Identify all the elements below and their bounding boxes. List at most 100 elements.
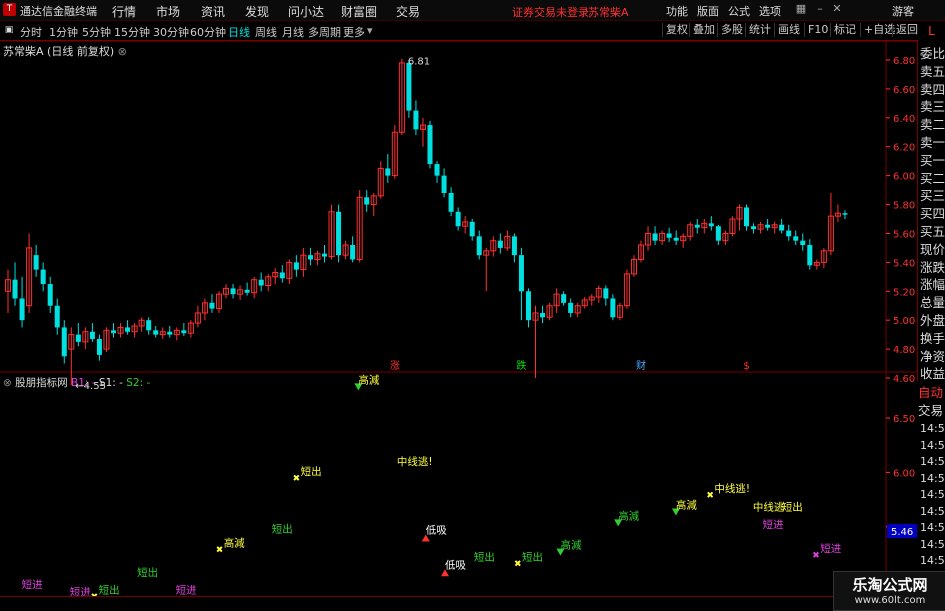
- candle-body: [568, 302, 574, 313]
- event-marker: $: [743, 361, 749, 372]
- indicator-tick-label: 6.00: [893, 468, 915, 479]
- candle-body: [12, 279, 18, 299]
- signal-x-marker: ✖: [812, 551, 820, 561]
- candle-body: [751, 226, 757, 230]
- candle-body: [694, 224, 700, 228]
- signal-x-marker: ✖: [514, 560, 522, 570]
- signal-label: 短进: [820, 542, 841, 555]
- candle-body: [540, 312, 546, 318]
- auto-trade-label-1[interactable]: 自动: [918, 383, 945, 403]
- candle-body: [779, 224, 785, 231]
- candle-body: [110, 330, 117, 334]
- candle-body: [434, 164, 440, 176]
- price-tick-label: 6.40: [893, 114, 915, 125]
- signal-label: 短出: [137, 566, 158, 579]
- signal-label: 短出: [782, 501, 803, 514]
- signal-label: 中线逃!: [397, 455, 433, 468]
- candle-body: [743, 207, 750, 227]
- indicator-tick-label: 6.50: [893, 414, 915, 425]
- candle-body: [497, 240, 503, 248]
- candle-body: [61, 327, 67, 357]
- candle-body: [561, 294, 567, 303]
- low-price-label: ←4.55: [75, 381, 106, 392]
- candle-body: [153, 330, 159, 335]
- signal-label: 中线逃: [753, 501, 785, 514]
- candle-body: [469, 221, 475, 237]
- candle-body: [652, 233, 658, 241]
- candle-body: [209, 302, 215, 309]
- candle-body: [765, 224, 771, 228]
- candle-body: [715, 226, 721, 241]
- candle-body: [518, 255, 524, 292]
- candle-body: [842, 213, 848, 215]
- signal-label: 短出: [474, 551, 495, 564]
- trade-time-item: 14:56: [920, 521, 945, 534]
- candle-body: [666, 233, 672, 238]
- candle-body: [230, 288, 236, 295]
- candle-body: [441, 175, 447, 193]
- signal-label: 高減: [618, 509, 639, 522]
- trade-time-item: 14:56: [920, 455, 945, 468]
- trade-time-item: 14:56: [920, 422, 945, 435]
- signal-label: 高減: [358, 373, 379, 386]
- candle-body: [350, 245, 356, 260]
- trade-time-item: 14:56: [920, 438, 945, 452]
- price-tick-label: 6.60: [893, 85, 915, 96]
- trade-time-item: 14:56: [920, 504, 945, 518]
- signal-label: 短进: [763, 518, 784, 531]
- trade-time-item: 14:56: [920, 488, 945, 501]
- trade-time-item: 14:56: [920, 537, 945, 551]
- signal-label: 短进: [22, 578, 43, 591]
- sidebar-item: 收益: [920, 366, 945, 382]
- candle-body: [54, 305, 60, 328]
- candle-body: [413, 110, 419, 130]
- candle-body: [800, 240, 806, 246]
- candle-body: [336, 211, 342, 256]
- event-marker: 涨: [390, 360, 400, 372]
- candle-body: [40, 269, 46, 285]
- price-tick-label: 6.20: [893, 143, 915, 154]
- candle-body: [385, 168, 391, 176]
- candle-body: [455, 211, 461, 227]
- signal-label: 高減: [676, 498, 697, 511]
- price-tick-label: 5.60: [893, 229, 915, 240]
- candle-body: [708, 223, 714, 227]
- candle-body: [525, 291, 531, 321]
- candle-body: [33, 255, 39, 270]
- price-tick-label: 4.80: [893, 345, 915, 356]
- price-tick-label: 6.00: [893, 172, 915, 183]
- candle-body: [279, 272, 285, 279]
- price-tick-label: 5.40: [893, 258, 915, 269]
- candle-body: [807, 245, 813, 266]
- candle-body: [293, 262, 299, 270]
- sidebar-header-L[interactable]: L: [918, 22, 945, 41]
- watermark-text: 乐淘公式网: [852, 576, 928, 594]
- candle-body: [610, 298, 616, 318]
- signal-label: 高減: [224, 537, 245, 550]
- candle-body: [603, 288, 609, 299]
- price-tick-label: 5.20: [893, 287, 915, 298]
- trade-time-item: 14:56: [920, 471, 945, 485]
- time-axis: [0, 596, 917, 610]
- signal-x-marker: ✖: [706, 491, 714, 501]
- candle-body: [427, 125, 433, 165]
- candle-body: [47, 284, 53, 306]
- kline-chart[interactable]: 6.80 6.60 6.40 6.20 6.00 5.80 5.60 5.40 5.20 5.00…: [0, 0, 945, 609]
- signal-label: 短出: [272, 522, 293, 535]
- watermark: 乐淘公式网 www.60lt.com: [833, 571, 945, 611]
- candle-body: [793, 236, 799, 241]
- signal-label: 短出: [301, 465, 322, 478]
- signal-label: 短进: [176, 583, 197, 596]
- signal-label: 短出: [522, 551, 543, 564]
- candle-body: [511, 236, 517, 256]
- auto-trade-label-2[interactable]: 交易: [918, 401, 945, 421]
- candle-body: [125, 327, 131, 332]
- candle-body: [146, 320, 152, 331]
- price-tick-label: 4.60: [893, 374, 915, 385]
- price-tick-label: 5.80: [893, 201, 915, 212]
- candle-body: [181, 330, 187, 334]
- candle-body: [96, 338, 102, 355]
- signal-label: 低吸: [426, 523, 447, 536]
- signal-label: 低吸: [445, 558, 466, 571]
- current-value-label: 5.46: [891, 527, 913, 538]
